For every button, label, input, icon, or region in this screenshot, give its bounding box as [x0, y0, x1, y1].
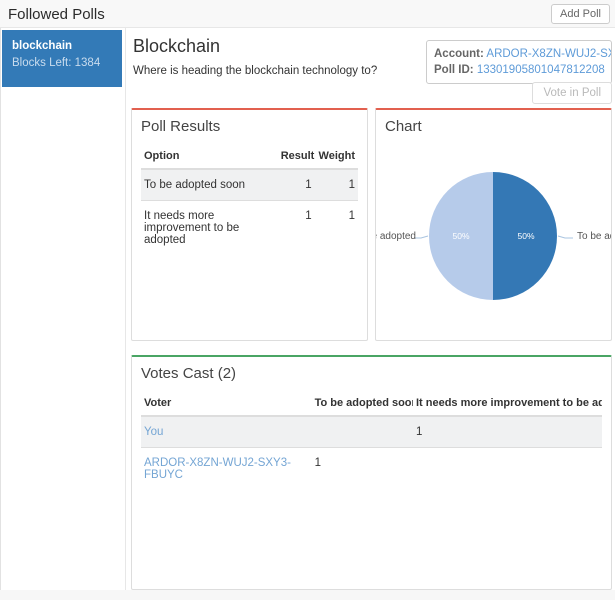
voter-link-you[interactable]: You	[144, 426, 163, 438]
poll-id-link[interactable]: 13301905801047812208	[477, 64, 605, 76]
vote-value-cell	[311, 415, 413, 448]
results-row-1: To be adopted soon 1 1	[141, 168, 358, 201]
pie-leader-line-right	[557, 235, 573, 239]
results-col-weight: Weight	[314, 144, 358, 170]
results-option-cell: It needs more improvement to be adopted	[141, 200, 278, 255]
pie-label-adopted-soon: To be adopted soon	[577, 231, 611, 242]
votes-col-adopted-soon: To be adopted soon	[311, 391, 413, 417]
vote-value-cell: 1	[412, 415, 602, 448]
poll-results-table: Option Result Weight To be adopted soon …	[141, 144, 358, 255]
votes-row-you: You 1	[141, 415, 602, 448]
poll-results-title: Poll Results	[141, 118, 221, 135]
results-weight-cell: 1	[314, 200, 358, 255]
sidebar-main-divider	[125, 28, 126, 600]
votes-header-row: Voter To be adopted soon It needs more i…	[141, 391, 602, 417]
sidebar-poll-name: blockchain	[12, 40, 73, 52]
results-option-cell: To be adopted soon	[141, 168, 278, 201]
poll-question: Where is heading the blockchain technolo…	[133, 65, 378, 77]
account-link[interactable]: ARDOR-X8ZN-WUJ2-SXY3-FBUYC	[486, 48, 611, 60]
results-header-row: Option Result Weight	[141, 144, 358, 170]
chart-panel: Chart 50% 50% It needs more improvement …	[375, 108, 612, 341]
voter-link-ardor-account[interactable]: ARDOR-X8ZN-WUJ2-SXY3-FBUYC	[144, 457, 291, 481]
results-result-cell: 1	[277, 168, 315, 201]
results-col-option: Option	[141, 144, 278, 170]
account-line: Account: ARDOR-X8ZN-WUJ2-SXY3-FBUYC	[434, 46, 611, 62]
results-weight-cell: 1	[314, 168, 358, 201]
poll-title: Blockchain	[133, 36, 221, 56]
poll-info-box: Account: ARDOR-X8ZN-WUJ2-SXY3-FBUYC Poll…	[426, 40, 612, 84]
vote-in-poll-button[interactable]: Vote in Poll	[532, 82, 612, 104]
poll-id-line: Poll ID: 13301905801047812208	[434, 62, 605, 78]
sidebar-item-blockchain-poll[interactable]: blockchain Blocks Left: 1384	[2, 30, 122, 87]
votes-col-improvement: It needs more improvement to be adopted	[412, 391, 602, 417]
vote-value-cell: 1	[311, 447, 413, 490]
add-poll-button[interactable]: Add Poll	[551, 4, 610, 24]
page-bottom-strip	[0, 590, 615, 600]
votes-cast-title: Votes Cast (2)	[141, 365, 237, 382]
pie-percent-right: 50%	[517, 231, 534, 241]
votes-row-ardor-account: ARDOR-X8ZN-WUJ2-SXY3-FBUYC 1	[141, 447, 602, 490]
page-title: Followed Polls	[8, 6, 105, 23]
pie-percent-left: 50%	[452, 231, 469, 241]
pie-leader-line-left	[415, 235, 429, 239]
votes-col-voter: Voter	[141, 391, 312, 417]
window-left-edge	[0, 0, 1, 600]
poll-id-label: Poll ID:	[434, 64, 474, 76]
results-col-result: Result	[277, 144, 315, 170]
account-label: Account:	[434, 48, 484, 60]
votes-cast-table: Voter To be adopted soon It needs more i…	[141, 391, 602, 490]
results-result-cell: 1	[277, 200, 315, 255]
vote-value-cell	[412, 447, 602, 490]
pie-label-improvement: It needs more improvement to be adopted	[376, 231, 416, 242]
top-header-bar: Followed Polls Add Poll	[0, 0, 615, 28]
pie-chart: 50% 50%	[415, 172, 573, 300]
poll-results-panel: Poll Results Option Result Weight To be …	[131, 108, 368, 341]
votes-cast-panel: Votes Cast (2) Voter To be adopted soon …	[131, 355, 612, 590]
sidebar-blocks-left: Blocks Left: 1384	[12, 57, 101, 69]
results-row-2: It needs more improvement to be adopted …	[141, 200, 358, 255]
